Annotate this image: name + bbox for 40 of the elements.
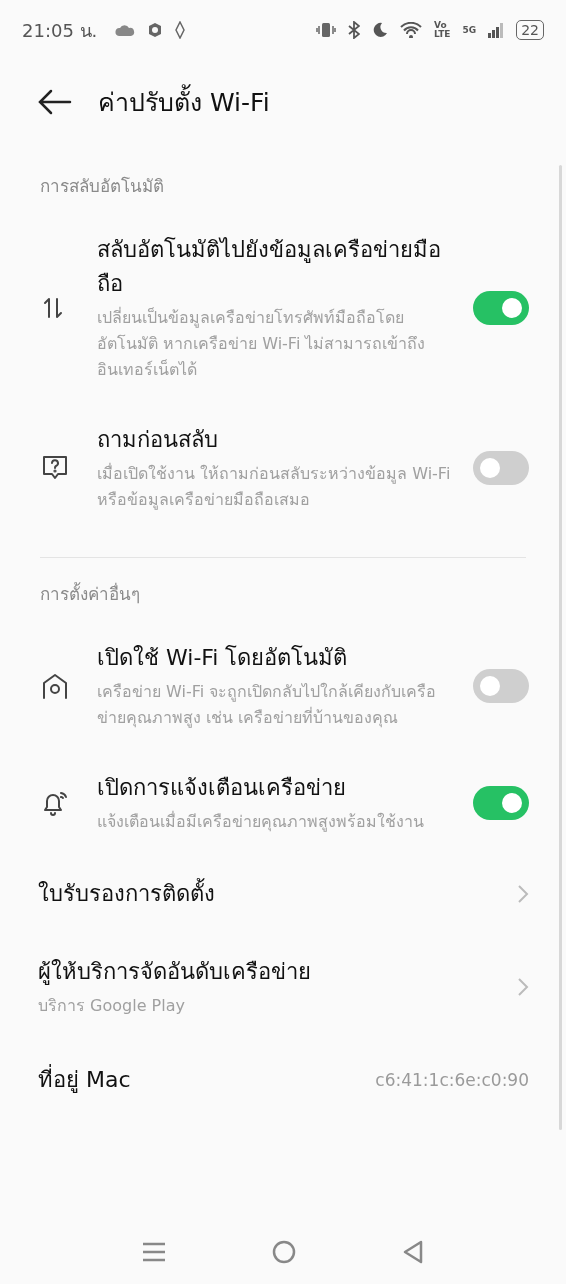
setting-title: ถามก่อนสลับ xyxy=(97,426,219,454)
setting-description: เปลี่ยนเป็นข้อมูลเครือข่ายโทรศัพท์มือถือโดยอัตโนมัติ หากเครือข่าย Wi-Fi ไม่สามารถเข้าถึงอินเทอร์เน็ตได้ xyxy=(97,306,427,381)
diamond-icon xyxy=(175,21,186,39)
section-label: การสลับอัตโนมัติ xyxy=(39,175,165,198)
setting-description: บริการ Google Play xyxy=(38,995,186,1017)
home-circle-icon[interactable] xyxy=(272,1240,296,1264)
back-arrow-icon[interactable] xyxy=(38,89,72,115)
vibrate-icon xyxy=(315,22,336,38)
wifi-icon xyxy=(399,22,422,38)
chevron-right-icon xyxy=(517,884,529,904)
signal-icon xyxy=(488,22,505,38)
cloud-icon xyxy=(115,24,136,36)
setting-title: สลับอัตโนมัติไปยังข้อมูลเครือข่ายมือถือ xyxy=(97,236,442,298)
setting-description: เมื่อเปิดใช้งาน ให้ถามก่อนสลับระหว่างข้อมูล Wi-Fi หรือข้อมูลเครือข่ายมือถือเสมอ xyxy=(97,462,452,512)
menu-icon[interactable] xyxy=(143,1242,166,1262)
network-label: 5G xyxy=(462,25,477,35)
setting-title: ที่อยู่ Mac xyxy=(38,1063,360,1097)
setting-title: ผู้ให้บริการจัดอันดับเครือข่าย xyxy=(38,958,312,987)
shield-icon xyxy=(147,22,164,38)
toggle-switch[interactable] xyxy=(473,451,529,485)
chevron-right-icon xyxy=(517,977,529,997)
mac-address-value: c6:41:1c:6e:c0:90 xyxy=(375,1070,529,1090)
moon-icon xyxy=(371,22,388,38)
lte-label: LTE xyxy=(433,30,451,39)
status-time: 21:05 น. xyxy=(22,18,98,43)
toggle-switch[interactable] xyxy=(473,669,529,703)
page-title: ค่าปรับตั้ง Wi-Fi xyxy=(98,82,270,122)
setting-title: เปิดใช้ Wi-Fi โดยอัตโนมัติ xyxy=(97,644,349,672)
home-wifi-icon xyxy=(40,671,70,701)
toggle-switch[interactable] xyxy=(473,786,529,820)
volte-label: Vo xyxy=(433,21,448,30)
battery-level: 22 xyxy=(516,20,544,40)
setting-description: แจ้งเตือนเมื่อมีเครือข่ายคุณภาพสูงพร้อมใช้งาน xyxy=(97,810,425,834)
section-label: การตั้งค่าอื่นๆ xyxy=(39,581,141,606)
setting-description: เครือข่าย Wi-Fi จะถูกเปิดกลับไปใกล้เคียงกับเครือข่ายคุณภาพสูง เช่น เครือข่ายที่บ้านของคุณ xyxy=(97,681,438,730)
setting-title: ใบรับรองการติดตั้ง xyxy=(38,877,501,911)
setting-title: เปิดการแจ้งเตือนเครือข่าย xyxy=(97,774,347,802)
back-triangle-icon[interactable] xyxy=(402,1240,423,1264)
bluetooth-icon xyxy=(347,21,360,39)
toggle-switch[interactable] xyxy=(473,291,529,325)
